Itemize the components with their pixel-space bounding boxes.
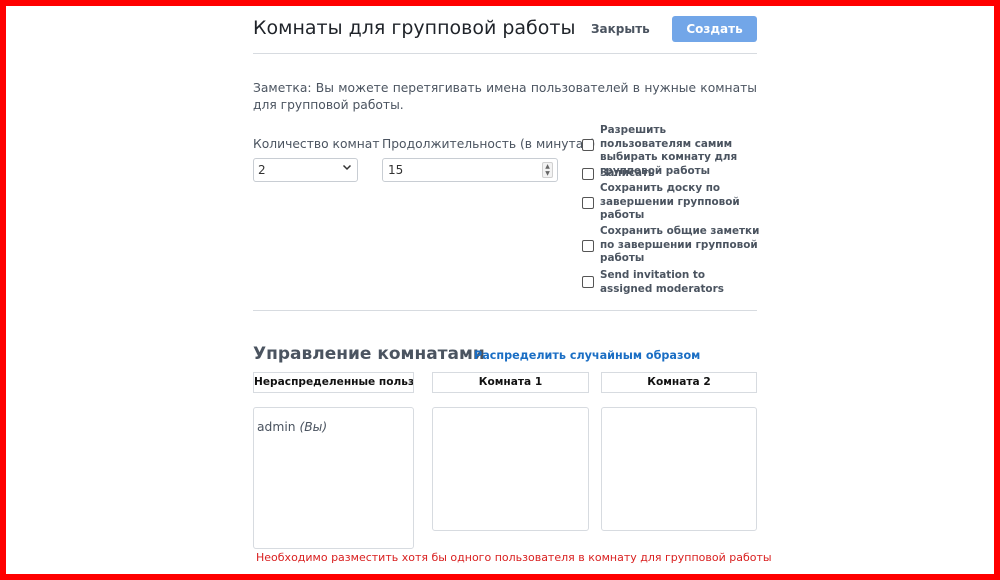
section-divider [253,310,757,311]
error-message: Необходимо разместить хотя бы одного пол… [256,551,772,564]
number-spinner-icon[interactable]: ▲ ▼ [542,162,553,178]
create-button[interactable]: Создать [672,16,757,42]
room-2-box[interactable] [601,407,757,531]
room-1-box[interactable] [432,407,589,531]
breakout-rooms-modal: Комнаты для групповой работы Закрыть Соз… [253,0,772,580]
checkbox[interactable] [582,197,594,209]
option-label: Сохранить доску по завершении групповой … [600,182,740,221]
checkbox[interactable] [582,276,594,288]
chevron-down-icon [342,162,352,175]
unassigned-header: Нераспределенные пользова [253,372,414,393]
checkbox[interactable] [582,168,594,180]
room-2-header: Комната 2 [601,372,757,393]
room-1-header: Комната 1 [432,372,589,393]
room-management-title: Управление комнатами [253,344,485,364]
unassigned-users-box[interactable]: admin (Вы) [253,407,414,549]
room-count-select[interactable]: 2 [253,158,358,182]
randomize-link[interactable]: Распределить случайным образом [474,349,700,362]
duration-input[interactable]: 15 ▲ ▼ [382,158,558,182]
duration-label: Продолжительность (в минутах) [382,137,596,151]
option-label: Записать [600,167,655,179]
modal-title: Комнаты для групповой работы [253,17,576,39]
room-count-value: 2 [258,163,266,177]
option-label: Send invitation to assigned moderators [600,269,724,295]
modal-header: Комнаты для групповой работы Закрыть Соз… [253,16,757,54]
room-count-label: Количество комнат [253,137,380,151]
user-item-admin[interactable]: admin (Вы) [257,420,327,434]
drag-hint-note: Заметка: Вы можете перетягивать имена по… [253,81,757,112]
checkbox[interactable] [582,139,594,151]
option-label: Сохранить общие заметки по завершении гр… [600,225,760,264]
close-button[interactable]: Закрыть [591,22,650,36]
user-self-marker: (Вы) [299,420,328,434]
duration-value: 15 [388,163,404,177]
user-name: admin [257,420,296,434]
checkbox[interactable] [582,240,594,252]
